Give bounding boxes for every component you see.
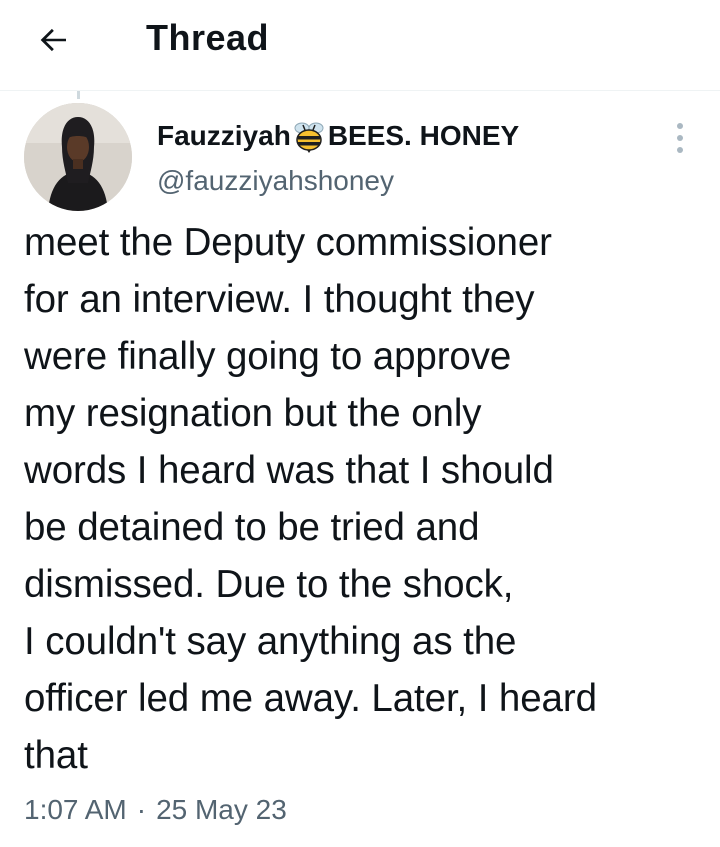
avatar[interactable] [24,103,132,211]
author-name-row: Fauzziyah BEES. HONEY [157,118,519,154]
tweet-timestamp: 1:07 AM · 25 May 23 [24,792,287,828]
page-title: Thread [146,17,270,58]
thread-connector-line [77,91,80,99]
bee-icon [293,119,325,153]
meta-separator: · [136,794,147,825]
back-button[interactable] [30,16,78,64]
profile-photo [24,103,132,211]
author-handle[interactable]: @fauzziyahshoney [157,163,394,199]
more-options-button[interactable] [662,118,698,158]
arrow-left-icon [40,28,66,52]
tweet-time[interactable]: 1:07 AM [24,794,127,825]
more-vertical-icon [677,123,683,153]
top-app-bar: Thread [0,0,720,91]
tweet-text: meet the Deputy commissioner for an inte… [24,221,597,777]
author-display-name[interactable]: Fauzziyah [157,118,291,154]
author-name-suffix[interactable]: BEES. HONEY [328,118,519,154]
tweet-date[interactable]: 25 May 23 [156,794,287,825]
